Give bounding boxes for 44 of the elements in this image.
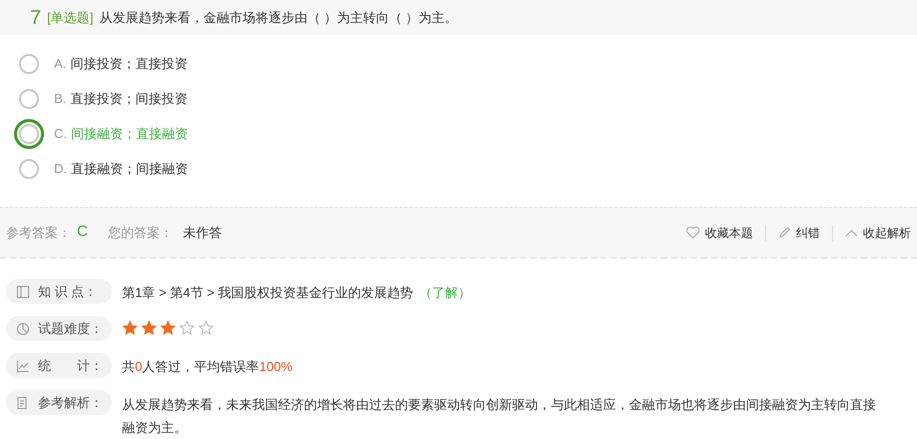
stats-text: 共0人答过，平均错误率100% xyxy=(122,359,292,374)
filled-star-icon xyxy=(141,320,157,336)
empty-star-icon xyxy=(198,320,214,336)
radio-button[interactable] xyxy=(19,124,39,144)
question-text: 从发展趋势来看，金融市场将逐步由（ ）为主转向（ ）为主。 xyxy=(99,8,458,27)
answer-option[interactable]: B. 直接投资；间接投资 xyxy=(13,83,192,115)
radio-button[interactable] xyxy=(19,89,39,109)
book-icon xyxy=(16,284,30,298)
reference-answer: C xyxy=(77,222,88,242)
option-letter: D. xyxy=(54,160,67,178)
option-text: 直接投资；间接投资 xyxy=(70,90,188,108)
line-chart-icon xyxy=(16,358,30,372)
option-text: 直接融资；间接融资 xyxy=(71,160,188,178)
toolbar-link[interactable]: 纠错 xyxy=(778,224,820,242)
option-letter: A. xyxy=(54,55,66,74)
knowledge-path: 第1章 > 第4节 > 我国股权投资基金行业的发展趋势 xyxy=(122,284,414,302)
radio-button[interactable] xyxy=(19,159,39,179)
option-text: 间接融资；直接融资 xyxy=(71,125,188,144)
chevron-up-icon xyxy=(845,228,858,236)
toolbar-link[interactable]: 收藏本题 xyxy=(686,224,753,242)
heart-icon xyxy=(686,226,700,239)
label-text: 试题难度： xyxy=(38,320,103,338)
label-text: 统 计： xyxy=(38,356,103,375)
pencil-icon xyxy=(778,226,791,239)
label-text: 知 识 点： xyxy=(38,282,98,301)
your-answer: 未作答 xyxy=(182,224,222,242)
label-text: 参考解析： xyxy=(38,394,103,412)
your-answer-label: 您的答案： xyxy=(108,224,173,242)
mastery-level: （了解） xyxy=(419,284,472,302)
filled-star-icon xyxy=(160,320,176,336)
toolbar-link[interactable]: 收起解析 xyxy=(845,224,911,242)
analysis-text: 从发展趋势来看，未来我国经济的增长将由过去的要素驱动转向创新驱动，与此相适应，金融市场也将逐步由间接融资为主转向直接融资为主。 xyxy=(122,396,877,437)
option-letter: B. xyxy=(54,90,66,108)
filled-star-icon xyxy=(122,320,138,336)
option-text: 间接投资；直接投资 xyxy=(70,55,188,74)
answer-option[interactable]: A. 间接投资；直接投资 xyxy=(13,48,192,80)
question-type: [单选题] xyxy=(47,8,94,27)
reference-answer-label: 参考答案： xyxy=(6,224,71,242)
pie-chart-icon xyxy=(16,322,30,336)
empty-star-icon xyxy=(179,320,195,336)
answer-option[interactable]: D. 直接融资；间接融资 xyxy=(13,153,192,185)
question-number: 7 xyxy=(30,6,42,30)
option-letter: C. xyxy=(54,125,67,144)
radio-button[interactable] xyxy=(19,54,39,74)
